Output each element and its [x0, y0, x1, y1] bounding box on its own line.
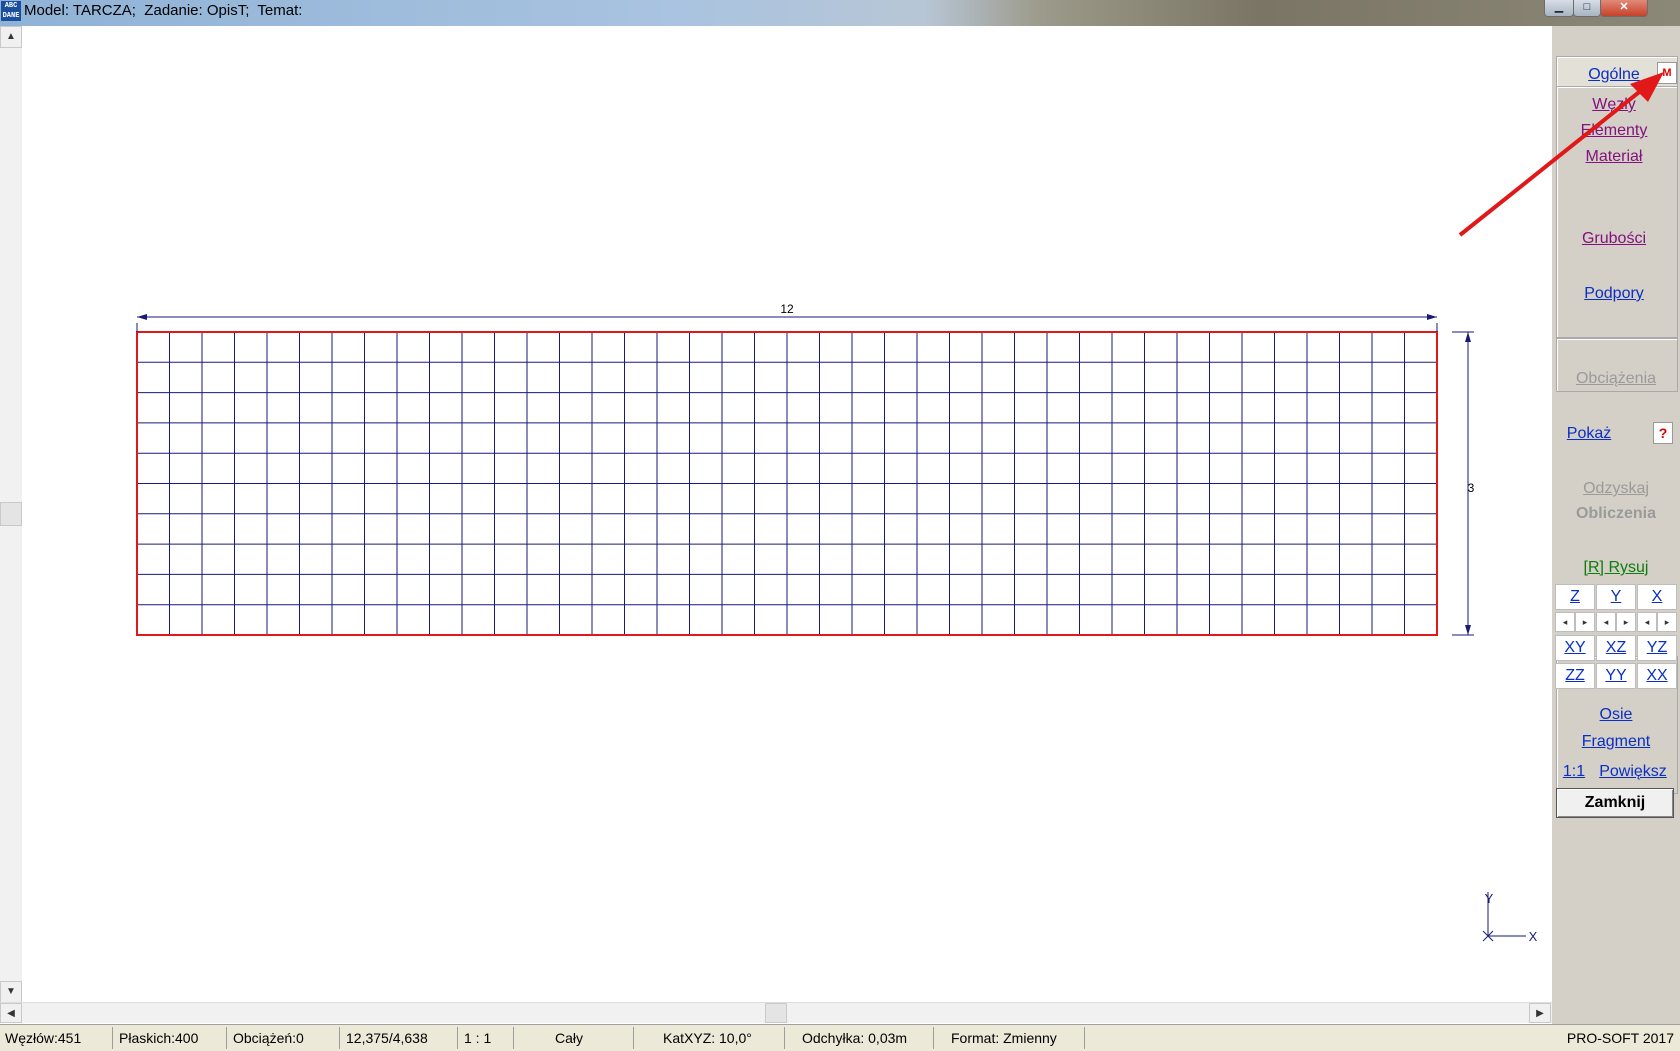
status-coordinates: 12,375/4,638 — [341, 1027, 458, 1049]
fragment-link[interactable]: Fragment — [1552, 733, 1680, 751]
status-deviation: Odchyłka: 0,03m — [786, 1027, 934, 1049]
rotate-x-right-button[interactable]: ▸ — [1657, 612, 1677, 632]
scale-1-1-link[interactable]: 1:1 — [1560, 763, 1588, 781]
podpory-link[interactable]: Podpory — [1550, 285, 1678, 303]
close-icon: ✕ — [1619, 1, 1629, 13]
arrow-left-icon: ◀ — [7, 1008, 15, 1019]
vertical-scroll-thumb[interactable] — [0, 502, 22, 526]
arrow-left-icon: ◂ — [1562, 617, 1568, 627]
view-x-button[interactable]: X — [1637, 584, 1677, 610]
powieksz-link[interactable]: Powiększ — [1593, 763, 1673, 781]
scroll-down-button[interactable]: ▼ — [0, 981, 22, 1003]
drawing-svg[interactable]: 12 3 Y X — [22, 26, 1552, 1006]
dimension-horizontal-label: 12 — [780, 302, 794, 316]
view-yz-button[interactable]: YZ — [1637, 635, 1677, 661]
arrow-right-icon: ▸ — [1582, 617, 1588, 627]
arrow-down-icon: ▼ — [6, 986, 16, 997]
view-xx-button[interactable]: XX — [1637, 663, 1677, 689]
elementy-link[interactable]: Elementy — [1550, 122, 1678, 140]
window-title: Model: TARCZA; Zadanie: OpisT; Temat: — [24, 2, 303, 19]
help-icon[interactable]: ? — [1653, 422, 1673, 444]
arrow-right-icon: ▶ — [1536, 1008, 1544, 1019]
scroll-up-button[interactable]: ▲ — [0, 26, 22, 48]
arrow-up-icon: ▲ — [6, 31, 16, 42]
scroll-left-button[interactable]: ◀ — [0, 1003, 22, 1023]
status-view: Cały — [515, 1027, 634, 1049]
status-loads: Obciążeń:0 — [228, 1027, 340, 1049]
m-badge-button[interactable]: M — [1657, 62, 1677, 84]
maximize-icon: □ — [1583, 1, 1591, 13]
obciazenia-link: Obciążenia — [1575, 370, 1657, 387]
view-xy-button[interactable]: XY — [1555, 635, 1595, 661]
app-icon[interactable]: ABC DANE — [1, 1, 21, 21]
right-panel — [1552, 26, 1680, 1024]
title-bar: ABC DANE Model: TARCZA; Zadanie: OpisT; … — [0, 0, 1680, 27]
axis-y-label: Y — [1485, 891, 1494, 906]
wezly-link[interactable]: Węzły — [1550, 96, 1678, 114]
rotate-z-left-button[interactable]: ◂ — [1555, 612, 1575, 632]
rotate-y-left-button[interactable]: ◂ — [1596, 612, 1616, 632]
minimize-button[interactable]: ▁ — [1544, 0, 1574, 17]
status-format: Format: Zmienny — [935, 1027, 1085, 1049]
drawing-canvas[interactable]: 12 3 Y X — [22, 26, 1552, 1006]
view-z-button[interactable]: Z — [1555, 584, 1595, 610]
minimize-icon: ▁ — [1554, 1, 1564, 13]
status-company: PRO-SOFT 2017 — [1566, 1030, 1674, 1046]
arrow-right-icon: ▸ — [1664, 617, 1670, 627]
mesh-grid — [137, 332, 1437, 635]
scroll-right-button[interactable]: ▶ — [1529, 1003, 1551, 1023]
odzyskaj-link: Odzyskaj — [1583, 480, 1649, 497]
status-nodes: Węzłów:451 — [0, 1027, 113, 1049]
status-angle: KatXYZ: 10,0° — [635, 1027, 785, 1049]
zamknij-button[interactable]: Zamknij — [1556, 788, 1674, 818]
horizontal-scrollbar[interactable]: ◀ ▶ — [0, 1002, 1552, 1023]
rysuj-link[interactable]: [R] Rysuj — [1552, 559, 1680, 577]
grubosci-link[interactable]: Grubości — [1550, 230, 1678, 248]
view-xz-button[interactable]: XZ — [1596, 635, 1636, 661]
material-link[interactable]: Materiał — [1550, 148, 1678, 166]
arrow-left-icon: ◂ — [1644, 617, 1650, 627]
horizontal-scroll-thumb[interactable] — [765, 1003, 787, 1023]
rotate-y-right-button[interactable]: ▸ — [1616, 612, 1636, 632]
view-zz-button[interactable]: ZZ — [1555, 663, 1595, 689]
pokaz-link[interactable]: Pokaż — [1525, 425, 1653, 443]
view-yy-button[interactable]: YY — [1596, 663, 1636, 689]
rotate-z-right-button[interactable]: ▸ — [1575, 612, 1595, 632]
status-plates: Płaskich:400 — [114, 1027, 227, 1049]
axis-x-label: X — [1529, 929, 1538, 944]
arrow-left-icon: ◂ — [1603, 617, 1609, 627]
osie-link[interactable]: Osie — [1552, 706, 1680, 724]
obliczenia-label: Obliczenia — [1575, 505, 1657, 522]
vertical-scrollbar[interactable]: ▲ ▼ — [0, 26, 23, 1006]
dimension-vertical-label: 3 — [1468, 481, 1475, 495]
rotate-x-left-button[interactable]: ◂ — [1637, 612, 1657, 632]
maximize-button[interactable]: □ — [1573, 0, 1601, 17]
close-button[interactable]: ✕ — [1600, 0, 1648, 17]
status-bar: Węzłów:451 Płaskich:400 Obciążeń:0 12,37… — [0, 1024, 1680, 1051]
status-scale: 1 : 1 — [459, 1027, 514, 1049]
view-y-button[interactable]: Y — [1596, 584, 1636, 610]
arrow-right-icon: ▸ — [1623, 617, 1629, 627]
dimension-horizontal — [136, 314, 1438, 332]
